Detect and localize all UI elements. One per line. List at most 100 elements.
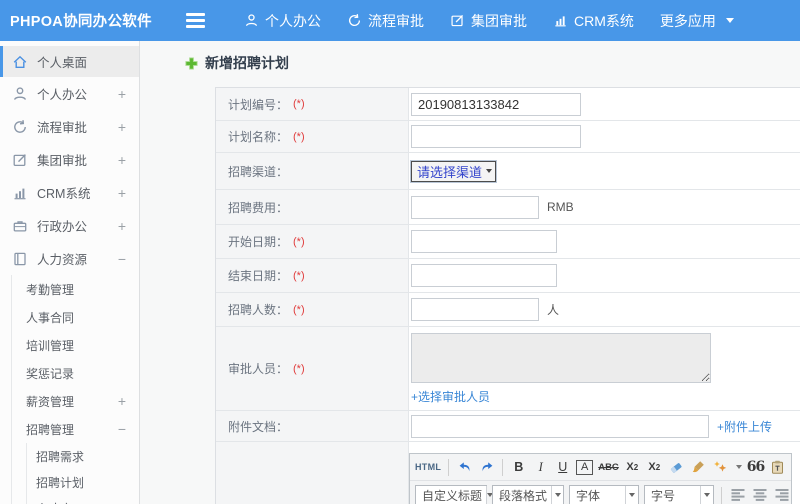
required-mark: (*) <box>293 362 305 375</box>
sidebar-item-crm-system[interactable]: CRM系统 + <box>0 176 139 209</box>
plan-name-input[interactable] <box>411 125 581 148</box>
bold-button[interactable]: B <box>510 458 527 477</box>
user-icon <box>244 13 259 28</box>
sidebar-item-group-approval[interactable]: 集团审批 + <box>0 143 139 176</box>
channel-select[interactable]: 请选择渠道 <box>409 159 498 183</box>
font-family-select[interactable]: 字体 <box>569 484 639 504</box>
custom-title-select[interactable]: 自定义标题 <box>415 484 494 504</box>
paste-text-icon[interactable] <box>769 458 786 477</box>
expand-toggle[interactable]: + <box>118 185 126 201</box>
sidebar-item-talent-pool[interactable]: 人才库 <box>27 495 139 504</box>
undo-icon[interactable] <box>456 458 473 477</box>
top-nav: 个人办公 流程审批 集团审批 CRM系统 更多应用 <box>244 11 734 31</box>
approver-textarea[interactable] <box>411 333 711 383</box>
caret-down-icon[interactable] <box>735 465 742 469</box>
topnav-label: 集团审批 <box>471 12 527 29</box>
field-label: 计划编号： (*) <box>216 88 409 120</box>
channel-select-value: 请选择渠道 <box>417 164 483 180</box>
magic-fill-icon[interactable] <box>712 458 729 477</box>
sidebar-item-label: 考勤管理 <box>26 282 75 297</box>
plan-no-input[interactable] <box>411 92 581 116</box>
sidebar-item-human-resources[interactable]: 人力资源 − <box>0 242 139 275</box>
expand-toggle[interactable]: + <box>118 152 126 168</box>
form-row-attachment: 附件文档： +附件上传 <box>216 411 800 442</box>
sidebar-item-label: 招聘需求 <box>36 449 85 464</box>
caret-down-icon <box>551 485 563 504</box>
topnav-crm-system[interactable]: CRM系统 <box>553 11 634 31</box>
superscript-button[interactable]: X2 <box>624 458 641 477</box>
top-bar: PHPOA协同办公软件 个人办公 流程审批 集团审批 CRM系统 更多应用 <box>0 0 800 41</box>
sidebar-item-label: 人才库 <box>36 500 72 504</box>
sidebar-item-label: 招聘计划 <box>36 475 85 490</box>
sidebar-item-label: 集团审批 <box>37 154 88 168</box>
subscript-button[interactable]: X2 <box>646 458 663 477</box>
collapse-toggle[interactable]: − <box>118 251 126 267</box>
strikethrough-button[interactable]: ABC <box>598 458 619 477</box>
fee-input[interactable] <box>411 195 539 219</box>
sidebar-item-label: 奖惩记录 <box>26 366 75 381</box>
divider <box>448 458 450 476</box>
redo-icon[interactable] <box>478 458 495 477</box>
start-date-input[interactable] <box>411 230 557 253</box>
align-left-icon[interactable] <box>729 486 746 504</box>
blockquote-button[interactable]: 66 <box>747 458 766 477</box>
divider <box>502 458 504 476</box>
sidebar-item-label: 培训管理 <box>26 338 75 353</box>
required-mark: (*) <box>293 269 305 282</box>
end-date-input[interactable] <box>411 264 557 287</box>
italic-button[interactable]: I <box>532 458 549 477</box>
align-right-icon[interactable] <box>773 486 790 504</box>
html-source-button[interactable]: HTML <box>415 458 441 477</box>
main-content: 新增招聘计划 计划编号： (*) 计划名称： (*) 招聘渠道： <box>141 41 800 504</box>
char-border-button[interactable]: A <box>576 459 594 475</box>
expand-toggle[interactable]: + <box>118 218 126 234</box>
eraser-icon[interactable] <box>668 458 685 477</box>
expand-toggle[interactable]: + <box>118 393 126 409</box>
sidebar-item-recruitment[interactable]: 招聘管理 − <box>12 415 139 443</box>
align-center-icon[interactable] <box>751 486 768 504</box>
divider <box>721 486 722 504</box>
topnav-label: CRM系统 <box>574 12 634 29</box>
topnav-workflow-approval[interactable]: 流程审批 <box>347 11 424 31</box>
sidebar-item-admin-office[interactable]: 行政办公 + <box>0 209 139 242</box>
sidebar-item-label: 人力资源 <box>37 253 88 267</box>
sidebar-item-training[interactable]: 培训管理 <box>12 331 139 359</box>
field-label: 审批人员： (*) <box>216 327 409 410</box>
required-mark: (*) <box>293 98 305 110</box>
format-brush-icon[interactable] <box>690 458 707 477</box>
sidebar-item-hr-contract[interactable]: 人事合同 <box>12 303 139 331</box>
required-mark: (*) <box>293 303 305 316</box>
menu-toggle-icon[interactable] <box>186 10 208 31</box>
caret-down-icon <box>625 485 638 504</box>
attachment-upload-link[interactable]: +附件上传 <box>717 420 772 434</box>
sidebar-item-workflow-approval[interactable]: 流程审批 + <box>0 110 139 143</box>
underline-button[interactable]: U <box>554 458 571 477</box>
sidebar-item-label: 个人办公 <box>37 88 88 102</box>
workflow-icon <box>347 13 362 28</box>
rich-text-editor: HTML B I U A ABC X2 X 2 66 自定义标题 段落格式 字体… <box>409 453 792 504</box>
topnav-more-apps[interactable]: 更多应用 <box>660 11 734 31</box>
collapse-toggle[interactable]: − <box>118 421 126 437</box>
sidebar-item-recruit-demand[interactable]: 招聘需求 <box>27 443 139 469</box>
sidebar-item-salary[interactable]: 薪资管理 + <box>12 387 139 415</box>
sidebar-item-attendance[interactable]: 考勤管理 <box>12 275 139 303</box>
sidebar-item-personal-desktop[interactable]: 个人桌面 <box>0 46 139 77</box>
expand-toggle[interactable]: + <box>118 86 126 102</box>
field-label: 招聘人数： (*) <box>216 293 409 326</box>
sidebar-item-label: CRM系统 <box>37 187 91 201</box>
attachment-input[interactable] <box>411 414 709 438</box>
sidebar-item-label: 招聘管理 <box>26 422 75 437</box>
topnav-group-approval[interactable]: 集团审批 <box>450 11 527 31</box>
caret-down-icon <box>700 485 713 504</box>
sidebar-item-personal-office[interactable]: 个人办公 + <box>0 77 139 110</box>
paragraph-format-select[interactable]: 段落格式 <box>492 484 564 504</box>
sidebar-item-rewards[interactable]: 奖惩记录 <box>12 359 139 387</box>
topnav-personal-office[interactable]: 个人办公 <box>244 11 321 31</box>
bar-chart-icon <box>12 185 28 201</box>
select-approver-link[interactable]: +选择审批人员 <box>411 388 490 405</box>
add-icon <box>185 56 198 70</box>
font-size-select[interactable]: 字号 <box>644 484 714 504</box>
headcount-input[interactable] <box>411 298 539 321</box>
sidebar-item-recruit-plan[interactable]: 招聘计划 <box>27 469 139 495</box>
expand-toggle[interactable]: + <box>118 119 126 135</box>
